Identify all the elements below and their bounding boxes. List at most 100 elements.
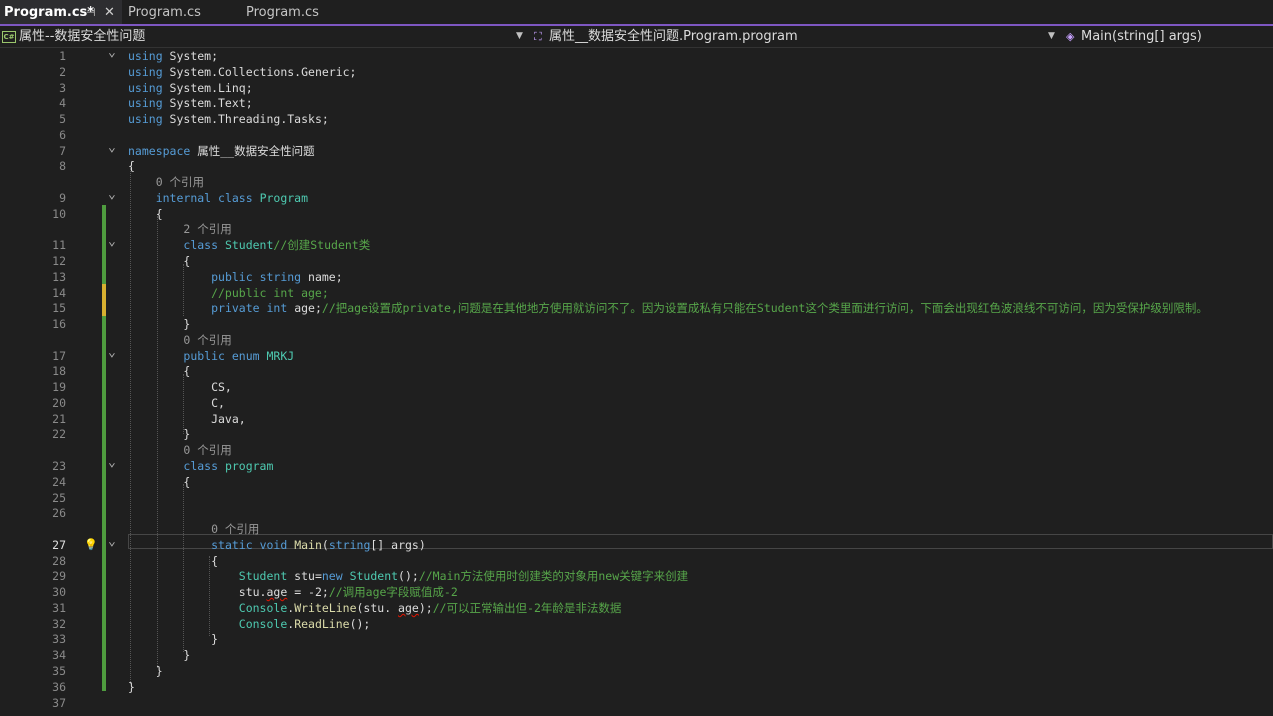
code-line-18[interactable]: 18 { (0, 363, 1273, 379)
line-number: 3 (59, 81, 66, 95)
tab-program-cs-active[interactable]: Program.cs* ⊣ ✕ (0, 0, 122, 24)
line-number: 23 (52, 459, 66, 473)
code-line-29[interactable]: 29 Student stu=new Student();//Main方法使用时… (0, 568, 1273, 584)
code-line-6[interactable]: 6 (0, 127, 1273, 143)
tab-program-cs-3[interactable]: Program.cs (242, 0, 358, 24)
codelens-reference[interactable]: 2 个引用 (0, 221, 1273, 237)
code-line-13[interactable]: 13 public string name; (0, 269, 1273, 285)
code-line-27[interactable]: 27 💡 ⌄ static void Main(string[] args) (0, 534, 1273, 553)
code-line-10[interactable]: 10 { (0, 206, 1273, 222)
code-line-19[interactable]: 19 CS, (0, 379, 1273, 395)
type-dropdown[interactable]: ⛶ 属性__数据安全性问题.Program.program ▼ (534, 26, 1058, 47)
code-line-9[interactable]: 9 ⌄ internal class Program (0, 187, 1273, 206)
code-line-25[interactable]: 25 (0, 490, 1273, 506)
code-text: using System.Collections.Generic; (128, 64, 356, 80)
code-line-22[interactable]: 22 } (0, 426, 1273, 442)
code-line-16[interactable]: 16 } (0, 316, 1273, 332)
code-line-33[interactable]: 33 } (0, 631, 1273, 647)
code-line-30[interactable]: 30 stu.age = -2;//调用age字段赋值成-2 (0, 584, 1273, 600)
code-line-14[interactable]: 14 //public int age; (0, 285, 1273, 301)
code-token: age (266, 585, 288, 599)
type-scope: 属性__数据安全性问题.Program.program (549, 29, 798, 44)
code-token: //Main方法使用时创建类的对象用new关键字来创建 (418, 569, 689, 583)
code-editor[interactable]: 1 ⌄ using System; 2 using System.Collections… (0, 45, 1273, 716)
close-icon[interactable]: ✕ (104, 0, 115, 26)
code-token: using (128, 65, 170, 79)
code-line-17[interactable]: 17 ⌄ public enum MRKJ (0, 345, 1273, 364)
code-token: age (398, 601, 419, 615)
code-line-36[interactable]: 36} (0, 679, 1273, 695)
line-number: 11 (52, 238, 66, 252)
code-token: static (211, 538, 260, 552)
code-line-26[interactable]: 26 (0, 505, 1273, 521)
code-token: Console (238, 601, 288, 615)
code-token: } (128, 664, 163, 678)
line-number: 30 (52, 585, 66, 599)
code-token: System.Text; (169, 96, 253, 110)
code-line-3[interactable]: 3 using System.Linq; (0, 80, 1273, 96)
line-number: 24 (52, 475, 66, 489)
line-number: 19 (52, 380, 66, 394)
codelens-reference[interactable]: 0 个引用 (0, 332, 1273, 348)
code-line-8[interactable]: 8{ (0, 158, 1273, 174)
code-text: C, (128, 395, 225, 411)
code-line-15[interactable]: 15 private int age;//把age设置成private,问题是在… (0, 300, 1273, 316)
code-token: //可以正常输出但-2年龄是非法数据 (432, 601, 622, 615)
code-token: //把age设置成private,问题是在其他地方使用就访问不了。因为设置成私有… (321, 301, 1208, 315)
code-line-12[interactable]: 12 { (0, 253, 1273, 269)
code-line-23[interactable]: 23 ⌄ class program (0, 455, 1273, 474)
code-line-5[interactable]: 5 using System.Threading.Tasks; (0, 111, 1273, 127)
line-number: 13 (52, 270, 66, 284)
member-name: Main(string[] args) (1081, 29, 1202, 44)
code-line-21[interactable]: 21 Java, (0, 411, 1273, 427)
fold-toggle-icon[interactable]: ⌄ (108, 234, 116, 250)
code-line-32[interactable]: 32 Console.ReadLine(); (0, 616, 1273, 632)
code-line-35[interactable]: 35 } (0, 663, 1273, 679)
code-text: { (128, 474, 190, 490)
code-line-31[interactable]: 31 Console.WriteLine(stu. age);//可以正常输出但… (0, 600, 1273, 616)
code-token: System.Threading.Tasks; (169, 112, 329, 126)
fold-toggle-icon[interactable]: ⌄ (108, 45, 116, 61)
line-number: 7 (59, 144, 66, 158)
project-dropdown[interactable]: C# 属性--数据安全性问题 ▼ (2, 26, 526, 47)
line-number: 4 (59, 96, 66, 110)
chevron-down-icon[interactable]: ▼ (516, 26, 523, 47)
fold-toggle-icon[interactable]: ⌄ (108, 345, 116, 361)
code-line-37[interactable]: 37 (0, 695, 1273, 711)
codelens-reference[interactable]: 0 个引用 (0, 521, 1273, 537)
line-number: 14 (52, 286, 66, 300)
codelens-reference[interactable]: 0 个引用 (0, 442, 1273, 458)
code-token: int (266, 301, 295, 315)
code-line-1[interactable]: 1 ⌄ using System; (0, 45, 1273, 64)
code-line-28[interactable]: 28 { (0, 553, 1273, 569)
pin-icon[interactable]: ⊣ (86, 0, 96, 26)
code-token: (); (398, 569, 419, 583)
code-line-11[interactable]: 11 ⌄ class Student//创建Student类 (0, 234, 1273, 253)
code-line-34[interactable]: 34 } (0, 647, 1273, 663)
chevron-down-icon[interactable]: ▼ (1048, 26, 1055, 47)
fold-toggle-icon[interactable]: ⌄ (108, 140, 116, 156)
fold-toggle-icon[interactable]: ⌄ (108, 455, 116, 471)
lightbulb-icon[interactable]: 💡 (84, 537, 98, 553)
code-line-20[interactable]: 20 C, (0, 395, 1273, 411)
fold-toggle-icon[interactable]: ⌄ (108, 534, 116, 550)
code-line-24[interactable]: 24 { (0, 474, 1273, 490)
tab-label: Program.cs* (4, 5, 95, 20)
member-dropdown[interactable]: ◈ Main(string[] args) (1066, 26, 1266, 47)
code-line-4[interactable]: 4 using System.Text; (0, 95, 1273, 111)
code-token: System.Collections.Generic; (169, 65, 357, 79)
code-token: = -2; (287, 585, 329, 599)
codelens-reference[interactable]: 0 个引用 (0, 174, 1273, 190)
code-text: { (128, 206, 163, 222)
code-text: { (128, 253, 190, 269)
code-line-7[interactable]: 7 ⌄ namespace 属性__数据安全性问题 (0, 140, 1273, 159)
code-token: Student (238, 569, 295, 583)
code-line-2[interactable]: 2 using System.Collections.Generic; (0, 64, 1273, 80)
tab-program-cs-2[interactable]: Program.cs (124, 0, 240, 24)
line-number: 18 (52, 364, 66, 378)
fold-toggle-icon[interactable]: ⌄ (108, 187, 116, 203)
line-number: 22 (52, 427, 66, 441)
